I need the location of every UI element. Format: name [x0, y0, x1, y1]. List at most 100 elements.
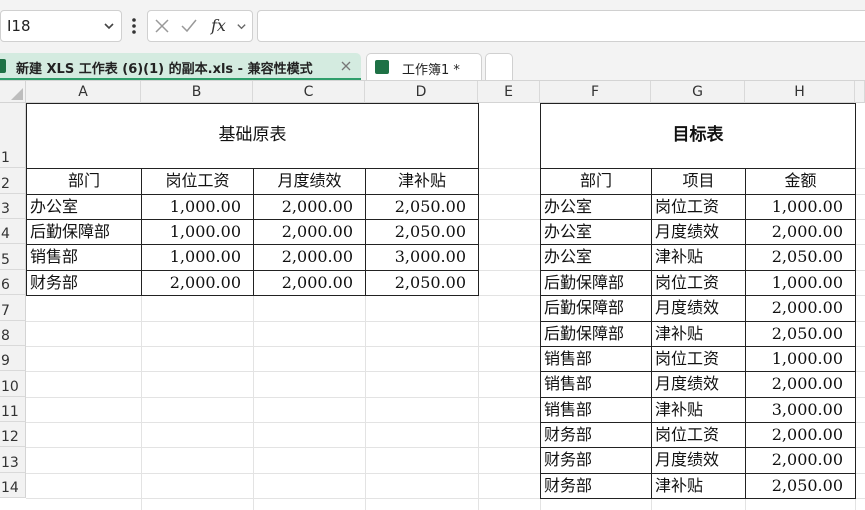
target-table-cell[interactable]: 津补贴: [651, 473, 746, 499]
target-table-cell[interactable]: 2,000.00: [745, 219, 856, 245]
column-header-g[interactable]: G: [651, 81, 745, 103]
name-box-value: I18: [7, 17, 31, 35]
column-header-extra[interactable]: [855, 81, 865, 103]
target-table-cell[interactable]: 岗位工资: [651, 422, 746, 448]
column-header-e[interactable]: E: [478, 81, 540, 103]
target-table-cell[interactable]: 1,000.00: [745, 194, 856, 220]
target-table-cell[interactable]: 岗位工资: [651, 346, 746, 372]
column-header-a[interactable]: A: [26, 81, 141, 103]
source-table-cell[interactable]: 1,000.00: [141, 244, 254, 271]
source-header-cell[interactable]: 津补贴: [365, 168, 479, 195]
target-table-cell[interactable]: 2,000.00: [745, 295, 856, 322]
target-table-cell[interactable]: 津补贴: [651, 321, 746, 347]
target-table-cell[interactable]: 津补贴: [651, 397, 746, 423]
more-options-icon[interactable]: [128, 13, 140, 39]
target-table-cell[interactable]: 2,000.00: [745, 422, 856, 448]
source-table-cell[interactable]: 3,000.00: [365, 244, 479, 271]
target-table-cell[interactable]: 月度绩效: [651, 295, 746, 322]
target-table-cell[interactable]: 销售部: [540, 397, 652, 423]
target-table-cell[interactable]: 办公室: [540, 244, 652, 271]
select-all-corner[interactable]: [0, 81, 26, 103]
source-header-cell[interactable]: 岗位工资: [141, 168, 254, 195]
chevron-down-icon[interactable]: [103, 20, 115, 32]
row-header-11[interactable]: 11: [0, 397, 26, 422]
row-header-2[interactable]: 2: [0, 168, 26, 194]
target-table-cell[interactable]: 津补贴: [651, 244, 746, 271]
row-header-1[interactable]: 1: [0, 103, 26, 168]
target-table-cell[interactable]: 后勤保障部: [540, 321, 652, 347]
row-header-14[interactable]: 14: [0, 473, 26, 498]
target-table-cell[interactable]: 1,000.00: [745, 346, 856, 372]
target-table-cell[interactable]: 2,050.00: [745, 473, 856, 499]
target-table-cell[interactable]: 月度绩效: [651, 371, 746, 398]
column-header-f[interactable]: F: [540, 81, 651, 103]
source-table-cell[interactable]: 2,050.00: [365, 219, 479, 245]
source-table-cell[interactable]: 2,000.00: [141, 270, 254, 296]
row-header-8[interactable]: 8: [0, 321, 26, 346]
target-table-cell[interactable]: 2,000.00: [745, 371, 856, 398]
target-table-cell[interactable]: 财务部: [540, 473, 652, 499]
target-table-cell[interactable]: 岗位工资: [651, 194, 746, 220]
row-header-3[interactable]: 3: [0, 194, 26, 219]
source-table-cell[interactable]: 2,050.00: [365, 270, 479, 296]
new-tab-button[interactable]: [485, 53, 513, 80]
spreadsheet-grid[interactable]: ABCDEFGH 1 2 3 4 5 6 7 8 9 10 11 12 13 14 基础原表 部门 岗位工资月…: [0, 80, 865, 510]
source-table-cell[interactable]: 2,000.00: [253, 244, 366, 271]
row-header-10[interactable]: 10: [0, 371, 26, 397]
target-table-cell[interactable]: 2,050.00: [745, 244, 856, 271]
target-table-cell[interactable]: 月度绩效: [651, 447, 746, 474]
target-table-cell[interactable]: 2,050.00: [745, 321, 856, 347]
row-number: 10: [1, 379, 19, 395]
check-icon[interactable]: [180, 18, 198, 34]
tab-workbook[interactable]: 新建 XLS 工作表 (6)(1) 的副本.xls - 兼容性模式: [0, 53, 361, 80]
target-table-cell[interactable]: 岗位工资: [651, 270, 746, 296]
close-icon[interactable]: [341, 61, 351, 71]
row-header-4[interactable]: 4: [0, 219, 26, 244]
target-table-cell[interactable]: 财务部: [540, 447, 652, 474]
source-table-cell[interactable]: 1,000.00: [141, 219, 254, 245]
source-table-cell[interactable]: 2,000.00: [253, 194, 366, 220]
target-table-cell[interactable]: 2,000.00: [745, 447, 856, 474]
source-header-cell[interactable]: 部门: [26, 168, 142, 195]
source-table-cell[interactable]: 2,050.00: [365, 194, 479, 220]
row-header-13[interactable]: 13: [0, 447, 26, 473]
target-header-cell[interactable]: 部门: [540, 168, 652, 195]
source-table-cell[interactable]: 2,000.00: [253, 270, 366, 296]
target-table-cell[interactable]: 月度绩效: [651, 219, 746, 245]
chevron-down-icon[interactable]: [236, 21, 247, 32]
target-table-cell[interactable]: 办公室: [540, 194, 652, 220]
source-table-cell[interactable]: 2,000.00: [253, 219, 366, 245]
row-header-6[interactable]: 6: [0, 270, 26, 295]
column-header-b[interactable]: B: [141, 81, 253, 103]
function-icon[interactable]: fx: [210, 16, 232, 36]
formula-input[interactable]: [257, 10, 865, 42]
source-table-title[interactable]: 基础原表: [26, 103, 479, 169]
target-table-cell[interactable]: 后勤保障部: [540, 270, 652, 296]
source-table-cell[interactable]: 后勤保障部: [26, 219, 142, 245]
row-header-7[interactable]: 7: [0, 295, 26, 321]
target-table-cell[interactable]: 后勤保障部: [540, 295, 652, 322]
target-table-cell[interactable]: 销售部: [540, 371, 652, 398]
column-header-c[interactable]: C: [253, 81, 365, 103]
source-table-cell[interactable]: 销售部: [26, 244, 142, 271]
source-table-cell[interactable]: 1,000.00: [141, 194, 254, 220]
target-header-cell[interactable]: 金额: [745, 168, 856, 195]
column-header-d[interactable]: D: [365, 81, 478, 103]
row-header-9[interactable]: 9: [0, 346, 26, 371]
target-table-cell[interactable]: 3,000.00: [745, 397, 856, 423]
source-table-cell[interactable]: 办公室: [26, 194, 142, 220]
target-table-cell[interactable]: 销售部: [540, 346, 652, 372]
source-header-cell[interactable]: 月度绩效: [253, 168, 366, 195]
target-table-cell[interactable]: 1,000.00: [745, 270, 856, 296]
row-header-12[interactable]: 12: [0, 422, 26, 447]
name-box[interactable]: I18: [0, 10, 122, 42]
target-table-cell[interactable]: 办公室: [540, 219, 652, 245]
tab-sheet[interactable]: 工作簿1 *: [366, 53, 482, 80]
source-table-cell[interactable]: 财务部: [26, 270, 142, 296]
target-table-title[interactable]: 目标表: [540, 103, 856, 169]
cancel-icon[interactable]: [154, 18, 170, 34]
row-header-5[interactable]: 5: [0, 244, 26, 270]
column-header-h[interactable]: H: [745, 81, 855, 103]
target-table-cell[interactable]: 财务部: [540, 422, 652, 448]
target-header-cell[interactable]: 项目: [651, 168, 746, 195]
